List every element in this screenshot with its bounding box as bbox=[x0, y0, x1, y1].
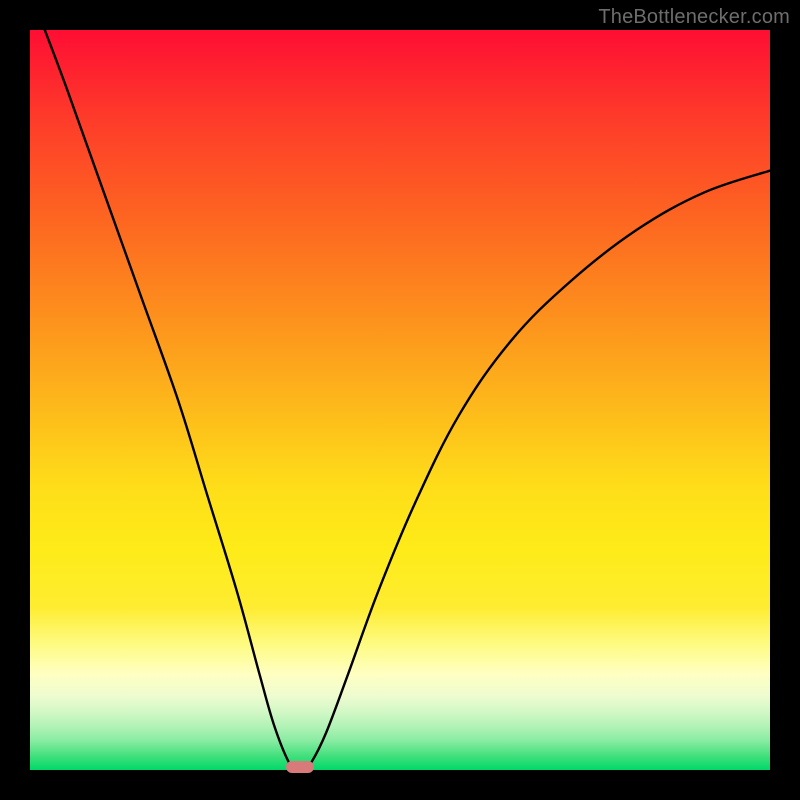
chart-frame: TheBottlenecker.com bbox=[0, 0, 800, 800]
attribution-text: TheBottlenecker.com bbox=[598, 6, 790, 29]
optimum-marker bbox=[286, 761, 314, 773]
chart-plot-area bbox=[30, 30, 770, 770]
bottleneck-curve bbox=[30, 30, 770, 770]
